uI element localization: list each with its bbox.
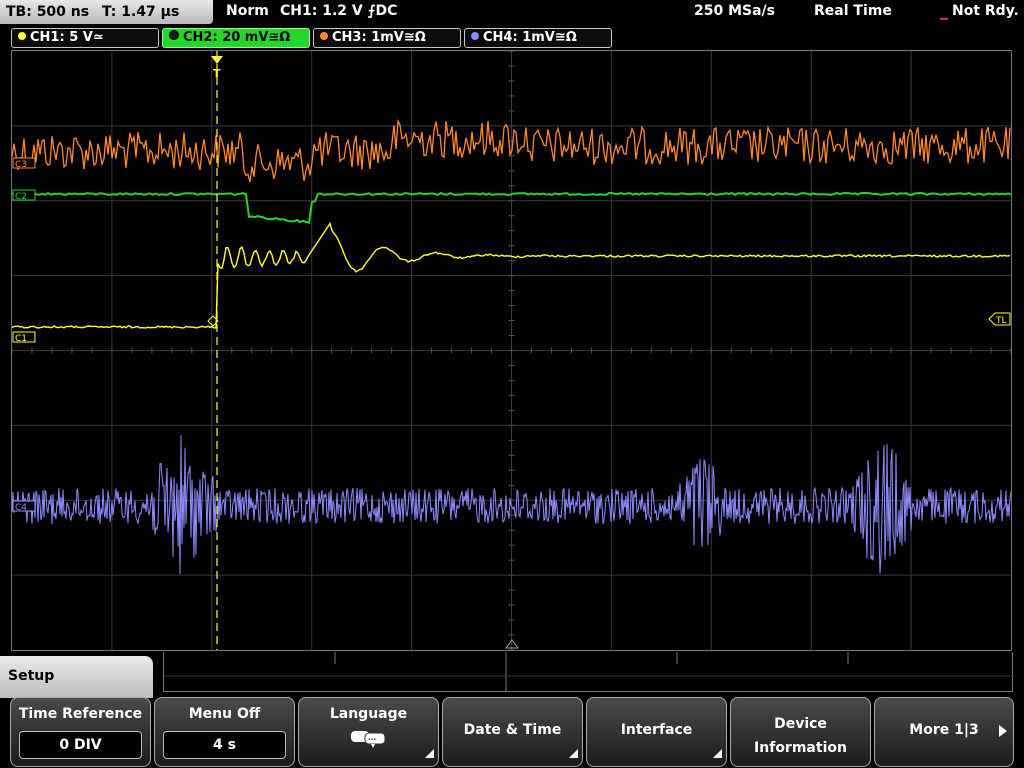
c1-marker-label: C1 xyxy=(15,334,27,344)
ch2-dot-icon xyxy=(169,30,179,40)
submenu-corner-icon xyxy=(425,749,434,758)
language-button[interactable]: Language ⋯ xyxy=(298,697,439,767)
more-label: More 1|3 xyxy=(909,722,979,738)
trigger-position-icon[interactable] xyxy=(211,56,223,64)
timebase-readout: TB: 500 ns xyxy=(6,4,90,20)
c4-marker[interactable]: C4 xyxy=(12,500,36,513)
device-information-line2: Information xyxy=(754,740,847,756)
tab-ch2[interactable]: CH2: 20 mV≅Ω xyxy=(162,28,310,48)
c3-marker[interactable]: C3 xyxy=(12,157,36,170)
menu-off-button[interactable]: Menu Off 4 s xyxy=(154,697,295,767)
sample-rate: 250 MSa/s xyxy=(694,3,776,19)
ch4-dot-icon xyxy=(471,32,479,40)
submenu-corner-icon xyxy=(713,749,722,758)
trigger-position-label: T xyxy=(213,67,221,80)
ch3-label: CH3: 1mV≅Ω xyxy=(332,30,426,45)
c2-marker-label: C2 xyxy=(15,192,27,202)
menu-off-value[interactable]: 4 s xyxy=(163,731,286,759)
waveform-canvas: T C3 C2 C1 C4 TL xyxy=(12,51,1011,650)
menu-title-tab: Setup xyxy=(0,656,153,698)
trigger-mode[interactable]: Norm xyxy=(226,3,269,19)
tab-ch4[interactable]: CH4: 1mV≅Ω xyxy=(464,28,612,48)
c4-marker-label: C4 xyxy=(15,503,27,513)
trigger-source[interactable]: CH1: 1.2 V ⨍DC xyxy=(280,3,397,19)
menu-title: Setup xyxy=(8,668,55,684)
ch1-dot-icon xyxy=(18,32,26,40)
timebase-box[interactable]: TB: 500 ns T: 1.47 µs xyxy=(0,0,213,24)
device-information-button[interactable]: Device Information xyxy=(730,697,871,767)
interface-button[interactable]: Interface xyxy=(586,697,727,767)
c1-marker[interactable]: C1 xyxy=(12,331,36,344)
state-indicator xyxy=(940,18,948,20)
next-arrow-icon xyxy=(999,725,1007,737)
waveform-display[interactable]: T C3 C2 C1 C4 TL xyxy=(11,50,1012,651)
ch2-label: CH2: 20 mV≅Ω xyxy=(183,30,291,45)
device-information-label: Device Information xyxy=(731,712,870,760)
tab-ch3[interactable]: CH3: 1mV≅Ω xyxy=(313,28,461,48)
speech-bubbles-icon: ⋯ xyxy=(349,728,389,752)
trigger-time-readout: T: 1.47 µs xyxy=(101,4,180,20)
svg-text:⋯: ⋯ xyxy=(368,735,376,744)
trigger-level-label: TL xyxy=(995,316,1007,326)
language-label: Language xyxy=(329,706,408,722)
more-button[interactable]: More 1|3 xyxy=(874,697,1014,767)
interface-label: Interface xyxy=(620,722,693,738)
menu-off-label: Menu Off xyxy=(188,706,261,722)
submenu-corner-icon xyxy=(569,749,578,758)
tab-ch1[interactable]: CH1: 5 V≃ xyxy=(11,28,159,48)
time-reference-button[interactable]: Time Reference 0 DIV xyxy=(10,697,151,767)
time-reference-label: Time Reference xyxy=(18,706,143,722)
date-time-button[interactable]: Date & Time xyxy=(442,697,583,767)
status-bar: TB: 500 ns T: 1.47 µs Norm CH1: 1.2 V ⨍D… xyxy=(0,0,1024,26)
acquisition-mode: Real Time xyxy=(814,3,892,19)
device-information-line1: Device xyxy=(774,716,827,732)
acquisition-state: Not Rdy. xyxy=(952,3,1019,19)
menu-strip-ticks xyxy=(164,652,1014,692)
c2-marker[interactable]: C2 xyxy=(12,189,36,202)
ch3-dot-icon xyxy=(320,32,328,40)
ch4-label: CH4: 1mV≅Ω xyxy=(483,30,577,45)
c3-marker-label: C3 xyxy=(15,160,27,170)
time-reference-value[interactable]: 0 DIV xyxy=(19,731,142,759)
ch1-label: CH1: 5 V≃ xyxy=(30,30,104,45)
date-time-label: Date & Time xyxy=(463,722,562,738)
menu-strip xyxy=(163,652,1014,692)
trigger-level-marker[interactable]: TL xyxy=(988,312,1011,326)
